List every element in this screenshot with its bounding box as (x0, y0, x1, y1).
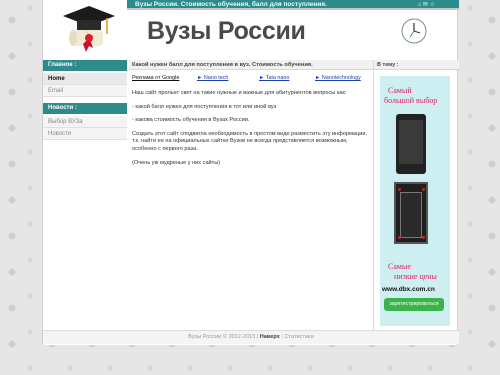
sidebar-item-home[interactable]: Home (43, 73, 127, 85)
paragraph: Создать этот сайт сподвигла необходимост… (132, 130, 368, 152)
main-content: Какой нужен балл для поступления в вуз. … (129, 60, 375, 330)
header-icons[interactable]: ⌂ ✉ ☆ (418, 1, 435, 8)
page-container: Вузы России. Стоимость обучения, балл дл… (42, 0, 459, 345)
register-button[interactable]: зарегистрироваться (384, 298, 444, 311)
footer-link-stats[interactable]: Статистика (284, 334, 313, 340)
ad-links-bar: Реклама от Google ► Nano tech ► Tata nan… (129, 75, 375, 84)
sidebar-heading-main: Главное : (43, 60, 127, 71)
slogan-bar: Вузы России. Стоимость обучения, балл дл… (127, 0, 459, 10)
graduation-cap-logo[interactable] (59, 4, 117, 54)
google-ads-label[interactable]: Реклама от Google (132, 75, 179, 81)
article-body: Наш сайт прольет свет на такие нужные и … (129, 90, 375, 167)
sidebar-item-email[interactable]: Email (43, 85, 127, 97)
link-tata-nano[interactable]: ► Tata nano (259, 75, 289, 81)
page-title: Какой нужен балл для поступления в вуз. … (129, 60, 375, 70)
footer-link-top[interactable]: Наверх (260, 334, 280, 340)
ad-text: большой выбор (384, 96, 438, 105)
ad-text: Самый (388, 86, 412, 95)
footer-separator: | (281, 334, 283, 340)
ad-text: низкие цены (394, 272, 437, 281)
sidebar-heading-news: Новости : (43, 103, 127, 114)
link-nanotechnology[interactable]: ► Nanotechnology (315, 75, 361, 81)
ad-url[interactable]: www.dbx.com.cn (382, 286, 435, 293)
phone-image (396, 114, 426, 174)
banner-ad[interactable]: Самый большой выбор Самые низкие цены ww… (380, 76, 450, 326)
paragraph: - какова стоимость обучения в Вузах Росс… (132, 117, 250, 124)
clock-icon (401, 18, 427, 44)
sidebar-item-choose-university[interactable]: Выбор ВУЗа (43, 116, 127, 128)
sidebar-item-news[interactable]: Новости (43, 128, 127, 140)
link-nano-tech[interactable]: ► Nano tech (197, 75, 228, 81)
phone-parts-image (394, 182, 428, 244)
header: Вузы России. Стоимость обучения, балл дл… (43, 0, 459, 56)
left-sidebar: Главное : Home Email Новости : Выбор ВУЗ… (43, 60, 127, 140)
footer: Вузы России © 2012-2013 | Наверх | Стати… (43, 330, 459, 344)
site-slogan: Вузы России. Стоимость обучения, балл дл… (135, 1, 327, 8)
right-heading: В тему : (374, 60, 459, 70)
copyright: Вузы России © 2012-2013 | (188, 334, 259, 340)
paragraph: - какой балл нужен для поступления в тот… (132, 103, 277, 110)
paragraph: Наш сайт прольет свет на такие нужные и … (132, 90, 347, 96)
paragraph: (Очень уж мудреные у них сайты) (132, 159, 221, 166)
ad-text: Самые (388, 262, 411, 271)
right-column: В тему : Самый большой выбор Самые низки… (373, 60, 459, 330)
site-title[interactable]: Вузы России (147, 17, 306, 46)
